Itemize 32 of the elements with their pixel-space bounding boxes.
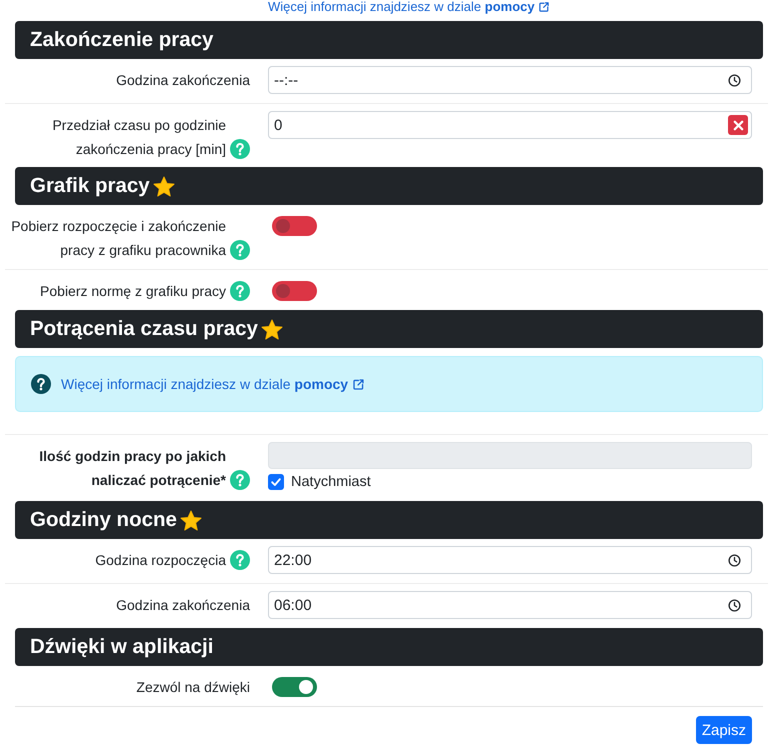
section-title: Dźwięki w aplikacji	[30, 635, 214, 659]
external-link-icon[interactable]	[538, 1, 550, 13]
field-label: Pobierz normę z grafiku pracy	[40, 282, 226, 301]
toggle-switch[interactable]	[272, 677, 317, 697]
check-icon	[270, 476, 282, 488]
time-field[interactable]: --:--	[268, 66, 752, 94]
field-label: Godzina zakończenia	[116, 71, 250, 90]
field-label: Godzina zakończenia	[116, 596, 250, 615]
time-field[interactable]: 06:00	[268, 591, 752, 619]
section-title: Potrącenia czasu pracy	[30, 317, 258, 341]
field-label: Ilość godzin pracy po jakich naliczać potrącenie*	[38, 447, 226, 490]
help-link[interactable]: Więcej informacji znajdziesz w dziale pomocy	[268, 0, 535, 14]
time-field[interactable]: 22:00	[268, 546, 752, 574]
help-link[interactable]: Więcej informacji znajdziesz w dziale pomocy	[61, 376, 348, 392]
clear-button[interactable]	[728, 115, 748, 135]
section-title: Zakończenie pracy	[30, 28, 214, 52]
section-title: Godziny nocne	[30, 508, 177, 532]
toggle-switch[interactable]	[272, 281, 317, 301]
toggle-switch[interactable]	[272, 216, 317, 236]
field-label: Zezwól na dźwięki	[136, 678, 250, 697]
clock-icon[interactable]	[728, 74, 741, 86]
number-field[interactable]: 0	[268, 111, 752, 139]
clock-icon[interactable]	[728, 554, 741, 566]
external-link-icon[interactable]	[352, 378, 366, 390]
save-button[interactable]: Zapisz	[696, 716, 752, 744]
help-icon	[31, 374, 51, 394]
field-label: Godzina rozpoczęcia	[95, 551, 226, 570]
section-title: Grafik pracy	[30, 174, 150, 198]
field-label: Przedział czasu po godzinie zakończenia pracy [min]	[51, 116, 226, 159]
field-label: Pobierz rozpoczęcie i zakończenie pracy z grafiku pracownika	[10, 217, 226, 260]
clock-icon[interactable]	[728, 598, 741, 612]
close-icon	[732, 120, 744, 130]
